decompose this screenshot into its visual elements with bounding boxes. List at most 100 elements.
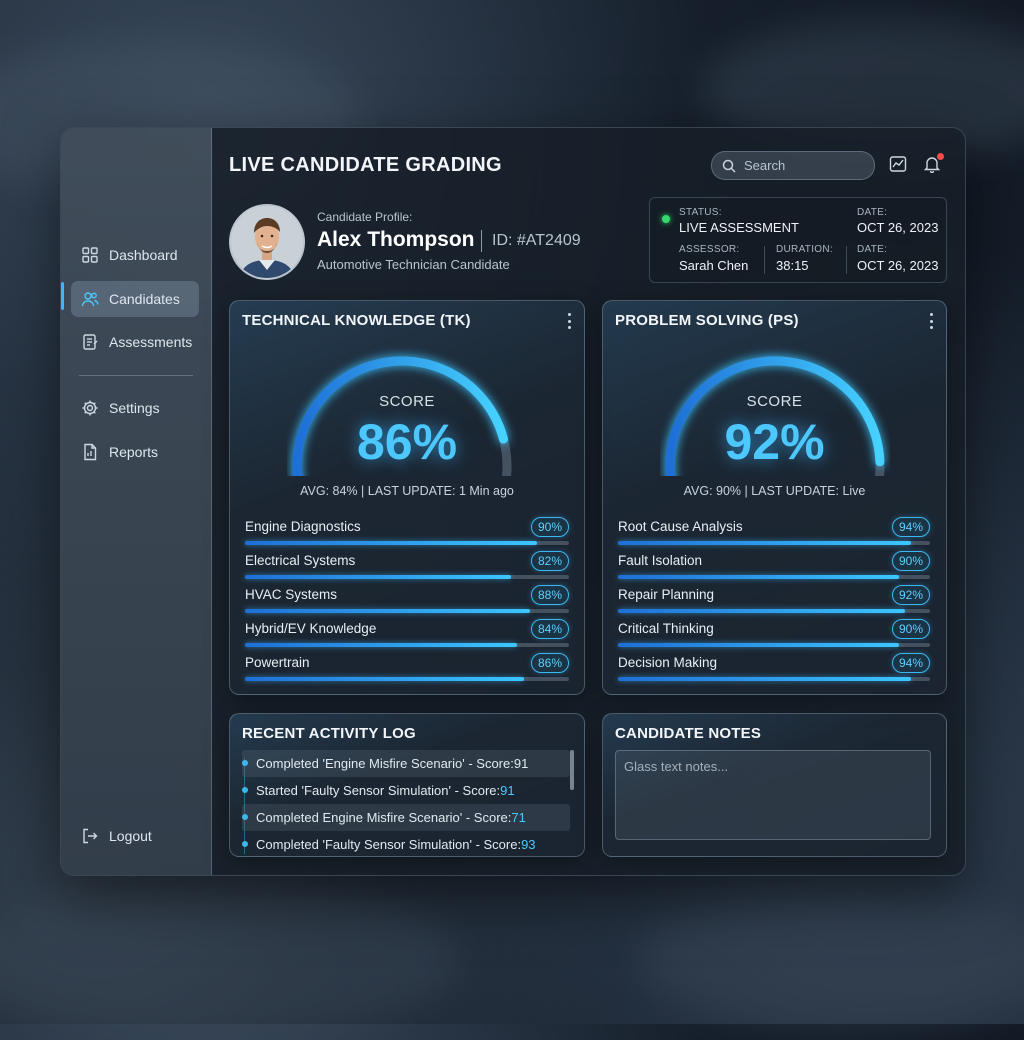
chart-icon[interactable] (887, 153, 909, 175)
score-label: SCORE (379, 393, 435, 410)
list-item[interactable]: Completed 'Faulty Sensor Simulation' - S… (242, 831, 570, 854)
notes-textarea[interactable] (615, 750, 931, 840)
profile-separator (481, 230, 482, 252)
skill-track (618, 677, 930, 681)
skill-badge: 94% (892, 653, 930, 673)
background-blur (0, 880, 460, 1040)
skill-badge: 90% (892, 619, 930, 639)
panel-title: PROBLEM SOLVING (PS) (615, 312, 799, 329)
skill-row: Repair Planning 92% (618, 585, 930, 617)
score-value: 86% (356, 414, 458, 470)
candidate-role: Automotive Technician Candidate (317, 257, 510, 272)
timeline-dot (242, 814, 248, 820)
status-separator (846, 246, 847, 274)
activity-score: 91 (500, 783, 515, 798)
gear-icon (81, 399, 99, 417)
date2-value: OCT 26, 2023 (857, 258, 939, 273)
sidebar-item-label: Settings (109, 400, 160, 416)
app-window: Dashboard Candidates Assessments Setting… (60, 127, 966, 876)
skill-progress-bar (245, 575, 511, 579)
skill-badge: 94% (892, 517, 930, 537)
sidebar-item-reports[interactable]: Reports (71, 434, 199, 470)
panel-title: RECENT ACTIVITY LOG (242, 725, 416, 742)
date-label: DATE: (857, 207, 888, 218)
search-input[interactable] (742, 157, 866, 174)
skill-row: Critical Thinking 90% (618, 619, 930, 651)
skill-track (245, 643, 569, 647)
sidebar-item-settings[interactable]: Settings (71, 390, 199, 426)
activity-text: Completed 'Engine Misfire Scenario' - Sc… (256, 756, 514, 771)
candidate-notes-panel: CANDIDATE NOTES (602, 713, 947, 857)
skill-progress-bar (618, 643, 899, 647)
skill-name: Critical Thinking (618, 621, 714, 636)
status-dot (662, 215, 670, 223)
skill-name: Decision Making (618, 655, 718, 670)
skill-track (245, 677, 569, 681)
skill-badge: 86% (531, 653, 569, 673)
page-title: LIVE CANDIDATE GRADING (229, 154, 502, 176)
date2-label: DATE: (857, 244, 888, 255)
assessor-value: Sarah Chen (679, 258, 749, 273)
candidate-name: Alex Thompson (317, 228, 475, 251)
avatar (229, 204, 305, 280)
sidebar: Dashboard Candidates Assessments Setting… (61, 128, 212, 875)
avg-update-line: AVG: 90% | LAST UPDATE: Live (683, 484, 866, 498)
date-value: OCT 26, 2023 (857, 220, 939, 235)
skill-badge: 90% (892, 551, 930, 571)
skill-name: Engine Diagnostics (245, 519, 361, 534)
sidebar-divider (79, 375, 193, 376)
grid-icon (81, 246, 99, 264)
skill-row: Hybrid/EV Knowledge 84% (245, 619, 569, 651)
skill-row: Fault Isolation 90% (618, 551, 930, 583)
timeline-dot (242, 760, 248, 766)
notification-dot (937, 153, 944, 160)
scrollbar[interactable] (570, 750, 574, 790)
notification-bell-icon[interactable] (921, 153, 944, 175)
activity-list[interactable]: Completed 'Engine Misfire Scenario' - Sc… (242, 750, 570, 854)
skill-progress-bar (245, 609, 531, 613)
duration-value: 38:15 (776, 258, 809, 273)
more-options-icon[interactable] (566, 313, 572, 329)
skill-track (618, 643, 930, 647)
skill-badge: 92% (892, 585, 930, 605)
skill-progress-bar (618, 541, 912, 545)
skill-track (618, 609, 930, 613)
sidebar-item-candidates[interactable]: Candidates (71, 281, 199, 317)
skill-name: Root Cause Analysis (618, 519, 743, 534)
panel-title: CANDIDATE NOTES (615, 725, 762, 742)
users-icon (81, 290, 99, 308)
skill-name: Fault Isolation (618, 553, 703, 568)
activity-text: Completed Engine Misfire Scenario' - Sco… (256, 810, 512, 825)
skill-progress-bar (618, 575, 899, 579)
skill-track (618, 541, 930, 545)
activity-log-panel: RECENT ACTIVITY LOG Completed 'Engine Mi… (229, 713, 585, 857)
candidate-id: ID: #AT2409 (492, 232, 581, 249)
search-icon (722, 159, 736, 173)
more-options-icon[interactable] (928, 313, 934, 329)
logout-icon (81, 827, 99, 845)
clipboard-icon (81, 333, 99, 351)
duration-label: DURATION: (776, 244, 833, 255)
list-item[interactable]: Completed Engine Misfire Scenario' - Sco… (242, 804, 570, 831)
skill-row: HVAC Systems 88% (245, 585, 569, 617)
sidebar-item-assessments[interactable]: Assessments (71, 324, 199, 360)
sidebar-item-label: Reports (109, 444, 159, 460)
skill-badge: 88% (531, 585, 569, 605)
search-box[interactable] (711, 151, 875, 180)
skill-badge: 84% (531, 619, 569, 639)
activity-score: 71 (511, 810, 526, 825)
skill-row: Decision Making 94% (618, 653, 930, 685)
profile-label: Candidate Profile: (317, 210, 413, 224)
logout-button[interactable]: Logout (71, 818, 199, 854)
skill-name: Electrical Systems (245, 553, 356, 568)
skill-name: Repair Planning (618, 587, 715, 602)
skill-track (618, 575, 930, 579)
skill-name: HVAC Systems (245, 587, 338, 602)
skill-name: Powertrain (245, 655, 310, 670)
sidebar-item-dashboard[interactable]: Dashboard (71, 237, 199, 273)
list-item[interactable]: Started 'Faulty Sensor Simulation' - Sco… (242, 777, 570, 804)
active-indicator (61, 282, 64, 310)
technical-knowledge-panel: TECHNICAL KNOWLEDGE (TK) SCORE 86% AVG: … (229, 300, 585, 695)
sidebar-item-label: Assessments (109, 334, 193, 350)
list-item[interactable]: Completed 'Engine Misfire Scenario' - Sc… (242, 750, 570, 777)
